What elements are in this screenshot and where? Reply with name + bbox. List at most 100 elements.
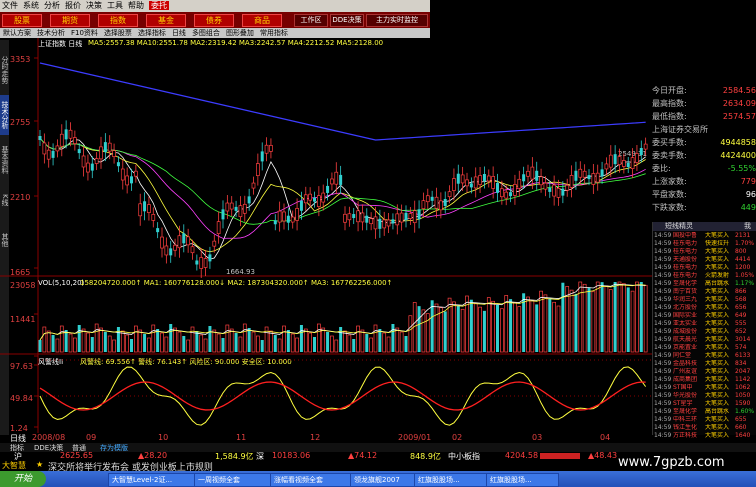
task-flagship[interactable]: 领龙旗舰2007 xyxy=(350,473,415,487)
list-tab-mine[interactable]: 我 xyxy=(744,222,751,231)
menu-help[interactable]: 帮助 xyxy=(128,1,144,10)
task-redflag2[interactable]: 红旗股股场... xyxy=(486,473,559,487)
candle-body xyxy=(334,171,339,185)
list-item[interactable]: 14:59 钱江生化 大笔买入 660 xyxy=(653,424,756,432)
volume-bar xyxy=(504,295,509,353)
list-item[interactable]: 14:59 成城股份 大笔买入 652 xyxy=(653,328,756,336)
list-cell: 国际实业 xyxy=(673,312,698,319)
candle-body xyxy=(151,214,156,221)
candle-body xyxy=(421,200,426,210)
list-item[interactable]: 14:59 南宁百货 大笔买入 866 xyxy=(653,288,756,296)
list-item[interactable]: 14:59 方正科技 大笔买入 1640 xyxy=(653,432,756,440)
volume-bar xyxy=(99,327,103,353)
task-video2[interactable]: 涨幅看视频全套 xyxy=(270,473,351,487)
list-item[interactable]: 14:59 亚太实业 大笔买入 555 xyxy=(653,320,756,328)
toolbar-common-indicator[interactable]: 常用指标 xyxy=(260,29,288,37)
list-cell: 655 xyxy=(735,416,747,423)
list-cell: 大笔买入 xyxy=(705,312,730,319)
start-button[interactable]: 开始 xyxy=(0,471,46,487)
menu-analysis[interactable]: 分析 xyxy=(44,1,60,10)
volume-bar xyxy=(334,339,339,353)
list-cell: 14:59 xyxy=(654,280,672,287)
candle-body xyxy=(308,193,312,201)
dde-decision-button[interactable]: DDE决策 xyxy=(330,14,364,27)
toolbar-multi-chart[interactable]: 多图组合 xyxy=(192,29,220,37)
list-item[interactable]: 14:59 至晟化学 高台跳水 1.60% xyxy=(653,408,756,416)
candle-body xyxy=(434,196,439,209)
list-item[interactable]: 14:59 桂东电力 快速拉升 1.70% xyxy=(653,240,756,248)
menu-system[interactable]: 系统 xyxy=(23,1,39,10)
module-fund-button[interactable]: 基金 xyxy=(146,14,186,27)
list-item[interactable]: 14:59 ST国中 大笔买入 1062 xyxy=(653,384,756,392)
list-tab-elf[interactable]: 短线精灵 xyxy=(665,222,693,231)
info-label: 上涨家数: xyxy=(652,177,687,186)
toolbar-overlay[interactable]: 图形叠加 xyxy=(226,29,254,37)
toolbar-tech-analysis[interactable]: 技术分析 xyxy=(37,29,65,37)
candle-body xyxy=(356,210,360,223)
list-item[interactable]: 14:59 桂东电力 大笔买入 800 xyxy=(653,248,756,256)
list-cell: 大笔买入 xyxy=(705,368,730,375)
candle-body xyxy=(190,246,195,254)
menu-file[interactable]: 文件 xyxy=(2,1,18,10)
volume-bar xyxy=(430,300,434,352)
candle-body xyxy=(46,149,51,160)
list-item[interactable]: 14:59 航天晨光 大笔买入 3014 xyxy=(653,336,756,344)
toolbar-default-scheme[interactable]: 默认方案 xyxy=(3,29,31,37)
info-value: 2634.09 xyxy=(722,99,756,108)
volume-bar xyxy=(186,339,190,353)
task-video1[interactable]: 一周视频全套 xyxy=(194,473,271,487)
list-item[interactable]: 14:59 中科三环 大笔买入 655 xyxy=(653,416,756,424)
menu-quote[interactable]: 报价 xyxy=(65,1,81,10)
list-item[interactable]: 14:59 成商集团 大笔买入 1142 xyxy=(653,376,756,384)
volume-bar xyxy=(112,339,116,353)
menu-decision[interactable]: 决策 xyxy=(86,1,102,10)
list-cell: 大笔买入 xyxy=(705,360,730,367)
list-item[interactable]: 14:59 至晟化学 高台跳水 1.17% xyxy=(653,280,756,288)
kline-chart[interactable] xyxy=(0,38,652,433)
list-item[interactable]: 14:59 京能置业 大笔买入 574 xyxy=(653,344,756,352)
toolbar-f10[interactable]: F10资料 xyxy=(71,29,98,37)
main-monitor-button[interactable]: 主力实时监控 xyxy=(366,14,428,27)
info-value: 779 xyxy=(740,177,756,186)
windows-taskbar: 开始 大智慧Level-2证... 一周视频全套 涨幅看视频全套 领龙旗舰200… xyxy=(0,471,756,487)
list-item[interactable]: 14:59 ST星宇 大笔买入 1590 xyxy=(653,400,756,408)
candle-body xyxy=(500,188,504,198)
module-stock-button[interactable]: 股票 xyxy=(2,14,42,27)
candle-body xyxy=(469,183,473,188)
volume-bar xyxy=(482,310,486,352)
list-item[interactable]: 14:59 同仁堂 大笔买入 6133 xyxy=(653,352,756,360)
workspace-button[interactable]: 工作区 xyxy=(294,14,328,27)
list-cell: 至晟化学 xyxy=(673,408,698,415)
list-cell: 14:59 xyxy=(654,296,672,303)
list-item[interactable]: 14:59 北方股份 大笔买入 656 xyxy=(653,304,756,312)
menu-tools[interactable]: 工具 xyxy=(107,1,123,10)
toolbar-select-indicator[interactable]: 选择指标 xyxy=(138,29,166,37)
module-bond-button[interactable]: 债券 xyxy=(194,14,234,27)
list-item[interactable]: 14:59 华光股份 大笔买入 1050 xyxy=(653,392,756,400)
candle-body xyxy=(299,200,303,211)
module-commodity-button[interactable]: 商品 xyxy=(242,14,282,27)
task-dzh[interactable]: 大智慧Level-2证... xyxy=(108,473,195,487)
candle-body xyxy=(639,147,643,155)
module-index-button[interactable]: 指数 xyxy=(98,14,138,27)
volume-bar xyxy=(134,325,138,353)
list-item[interactable]: 14:59 桂东电力 大笔买入 1200 xyxy=(653,264,756,272)
list-item[interactable]: 14:59 华润三九 大笔买入 568 xyxy=(653,296,756,304)
list-item[interactable]: 14:59 桂东电力 火箭发射 1.05% xyxy=(653,272,756,280)
list-item[interactable]: 14:59 金晶科技 大笔买入 834 xyxy=(653,360,756,368)
volume-bar xyxy=(613,282,617,352)
toolbar-daily[interactable]: 日线 xyxy=(172,29,186,37)
date-tick: 04 xyxy=(600,433,611,442)
menu-trade[interactable]: 委托 xyxy=(149,1,169,10)
toolbar-select-stock[interactable]: 选择股票 xyxy=(104,29,132,37)
task-redflag1[interactable]: 红旗股股场... xyxy=(414,473,487,487)
list-item[interactable]: 14:59 国际实业 大笔买入 649 xyxy=(653,312,756,320)
info-value: 2584.56 xyxy=(722,86,756,95)
list-item[interactable]: 14:59 天通股份 大笔买入 4414 xyxy=(653,256,756,264)
short-line-elf-list[interactable]: 短线精灵 我 14:59 国投中鲁 大笔买入 2131 14:59 桂东电力 快速拉升 1.7… xyxy=(652,222,756,439)
list-cell: 14:59 xyxy=(654,320,672,327)
list-item[interactable]: 14:59 国投中鲁 大笔买入 2131 xyxy=(653,232,756,240)
list-cell: 1.05% xyxy=(735,272,755,279)
module-futures-button[interactable]: 期货 xyxy=(50,14,90,27)
list-item[interactable]: 14:59 广州友谊 大笔买入 2047 xyxy=(653,368,756,376)
